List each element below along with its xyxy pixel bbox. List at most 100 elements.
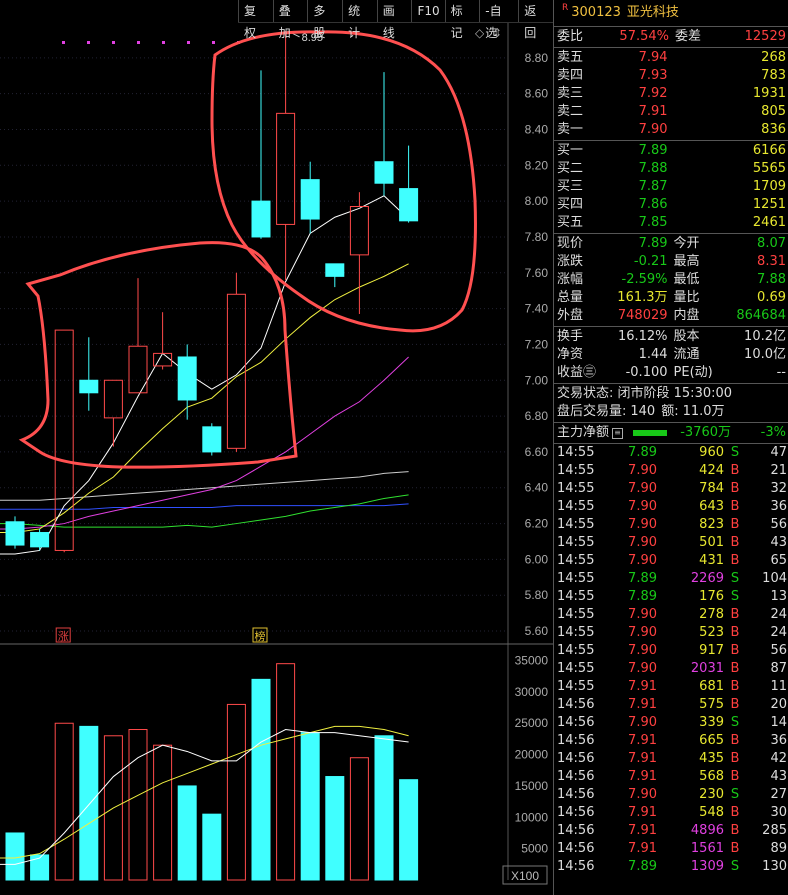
- toolbar-item-1[interactable]: 叠加: [272, 0, 308, 40]
- bid-row[interactable]: 买五 7.85 2461: [554, 214, 788, 232]
- volume-bar[interactable]: [79, 725, 99, 881]
- toolbar-item-2[interactable]: 多股: [307, 0, 342, 40]
- candle-down[interactable]: [5, 521, 25, 546]
- volume-bar[interactable]: [300, 732, 320, 881]
- fundamental-stats: 换手 16.12% 股本 10.2亿 净资 1.44 流通 10.0亿 收益㊂ -0.100 PE(…: [554, 327, 788, 384]
- price-tick-label: 8.80: [525, 51, 549, 65]
- volume-bar[interactable]: [153, 744, 173, 881]
- tick-flag: S: [730, 715, 740, 730]
- candle-up[interactable]: [226, 293, 246, 449]
- kline-chart-area[interactable]: 8.80 8.60 8.40 8.20 8.00 7.80 7.60 7.40 7.20 7.00…: [0, 0, 553, 895]
- toolbar-item-7[interactable]: -自选: [479, 0, 518, 40]
- toolbar-item-4[interactable]: 画线: [376, 0, 412, 40]
- bid-label: 买五: [557, 215, 584, 230]
- candle-down[interactable]: [177, 356, 197, 401]
- tick-price: 7.91: [628, 751, 657, 766]
- candle-down[interactable]: [251, 200, 271, 238]
- tick-time: 14:56: [557, 823, 595, 838]
- stat-label: 外盘: [557, 308, 584, 323]
- volume-tick-label: 10000: [515, 810, 549, 824]
- candle-up[interactable]: [276, 112, 296, 225]
- volume-bar[interactable]: [202, 813, 222, 881]
- ask-row[interactable]: 卖五 7.94 268: [554, 49, 788, 67]
- price-tick-label: 8.00: [525, 194, 549, 208]
- ask-book: 卖五 7.94 268 卖四 7.93 783 卖三 7.92 1931 卖二 7.91 805 卖一 7…: [554, 48, 788, 141]
- tick-flag: B: [730, 625, 740, 640]
- stock-name[interactable]: 亚光科技: [627, 5, 679, 20]
- bid-row[interactable]: 买三 7.87 1709: [554, 178, 788, 196]
- volume-bar[interactable]: [276, 663, 296, 881]
- tick-volume: 2031: [690, 661, 724, 676]
- stat-label: 涨跌: [557, 254, 584, 269]
- settings-diamond-icon[interactable]: ◇: [475, 26, 485, 40]
- candle-up[interactable]: [103, 379, 123, 419]
- ask-price: 7.93: [638, 68, 668, 83]
- tick-time: 14:55: [557, 643, 595, 658]
- main-flow-label: 主力净额: [557, 425, 610, 440]
- tick-list[interactable]: 14:55 7.89 960 S 47 14:55 7.90 424 B 21 14:55 7.90 7…: [554, 444, 788, 876]
- stat-row: 涨跌 -0.21 最高 8.31: [554, 253, 788, 271]
- candle-down[interactable]: [30, 532, 50, 548]
- tick-volume: 339: [699, 715, 724, 730]
- event-marker[interactable]: 涨: [58, 630, 69, 643]
- price-tick-label: 7.00: [525, 373, 549, 387]
- bid-row[interactable]: 买四 7.86 1251: [554, 196, 788, 214]
- candle-down[interactable]: [325, 263, 345, 277]
- volume-bar[interactable]: [128, 729, 148, 881]
- candle-down[interactable]: [300, 179, 320, 220]
- candle-down[interactable]: [79, 379, 99, 394]
- toolbar-item-6[interactable]: 标记: [444, 0, 480, 40]
- event-marker[interactable]: 榜: [255, 629, 266, 643]
- tick-time: 14:55: [557, 445, 595, 460]
- tick-row: 14:56 7.91 1561 B 89: [554, 840, 788, 858]
- toolbar-item-5[interactable]: F10: [411, 0, 444, 22]
- tick-time: 14:55: [557, 679, 595, 694]
- ask-price: 7.92: [638, 86, 668, 101]
- ma250-line: [0, 471, 409, 501]
- kline-chart[interactable]: 8.80 8.60 8.40 8.20 8.00 7.80 7.60 7.40 7.20 7.00…: [0, 0, 553, 895]
- tick-time: 14:56: [557, 787, 595, 802]
- ask-row[interactable]: 卖二 7.91 805: [554, 103, 788, 121]
- tick-count: 89: [770, 841, 787, 856]
- toolbar-item-3[interactable]: 统计: [342, 0, 377, 40]
- tick-count: 24: [770, 607, 787, 622]
- tick-flag: B: [730, 499, 740, 514]
- ask-price: 7.91: [638, 104, 668, 119]
- bid-row[interactable]: 买一 7.89 6166: [554, 142, 788, 160]
- toolbar-item-8[interactable]: 返回: [518, 0, 553, 40]
- candle-down[interactable]: [399, 188, 419, 222]
- stock-code[interactable]: 300123: [571, 5, 621, 20]
- stat-value: 864684: [736, 308, 786, 323]
- menu-icon[interactable]: ≡: [612, 427, 624, 439]
- volume-bar[interactable]: [374, 735, 394, 881]
- volume-bar[interactable]: [251, 678, 271, 881]
- candle-down[interactable]: [202, 426, 222, 453]
- tick-volume: 2269: [690, 571, 724, 586]
- ask-row[interactable]: 卖四 7.93 783: [554, 67, 788, 85]
- volume-tick-label: 20000: [515, 748, 549, 762]
- after-hours-amt-label: 额:: [661, 404, 679, 419]
- tick-row: 14:56 7.90 339 S 14: [554, 714, 788, 732]
- tick-flag: B: [730, 823, 740, 838]
- volume-bar[interactable]: [30, 854, 50, 881]
- candle-up[interactable]: [349, 206, 369, 256]
- volume-bar[interactable]: [226, 703, 246, 881]
- bid-row[interactable]: 买二 7.88 5565: [554, 160, 788, 178]
- tick-price: 7.91: [628, 823, 657, 838]
- volume-bar[interactable]: [325, 776, 345, 881]
- candle-down[interactable]: [374, 161, 394, 184]
- weibi-value: 57.54%: [619, 29, 669, 44]
- tick-flag: S: [730, 859, 740, 874]
- volume-bar[interactable]: [177, 785, 197, 881]
- stat-value: 161.3万: [617, 290, 668, 305]
- quote-panel: R 300123 亚光科技 委比 57.54% 委差 12529 卖五 7.94 268…: [553, 0, 788, 895]
- volume-bar[interactable]: [399, 779, 419, 881]
- toolbar-item-0[interactable]: 复权: [238, 0, 273, 40]
- volume-bar[interactable]: [54, 722, 74, 881]
- price-tick-label: 6.20: [525, 517, 549, 531]
- tick-count: 47: [770, 445, 787, 460]
- tick-time: 14:56: [557, 859, 595, 874]
- ask-row[interactable]: 卖一 7.90 836: [554, 121, 788, 139]
- ask-row[interactable]: 卖三 7.92 1931: [554, 85, 788, 103]
- volume-bar[interactable]: [349, 757, 369, 881]
